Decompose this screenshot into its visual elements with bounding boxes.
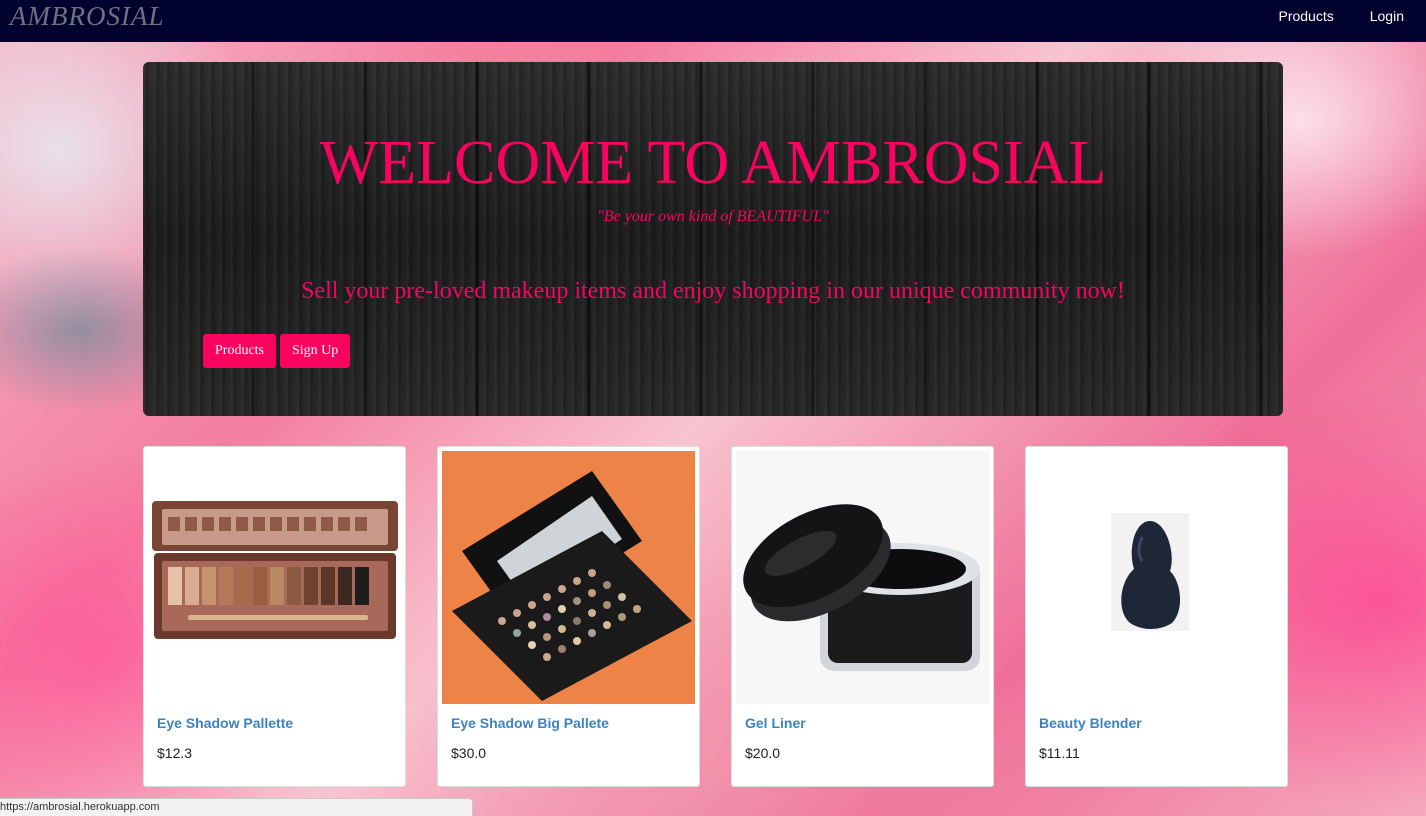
product-name[interactable]: Eye Shadow Big Pallete [451, 715, 609, 731]
navbar: AMBROSIAL Products Login [0, 0, 1426, 42]
product-price: $30.0 [451, 745, 487, 761]
product-grid: Eye Shadow Pallette $12.3 Eye Shadow Big… [143, 446, 1288, 787]
product-card[interactable]: Eye Shadow Pallette $12.3 [143, 446, 406, 787]
product-price: $12.3 [157, 745, 193, 761]
gel-liner-image[interactable] [736, 451, 989, 704]
hero-products-button[interactable]: Products [203, 334, 276, 368]
product-price: $20.0 [745, 745, 781, 761]
nav-links: Products Login [1242, 8, 1426, 24]
big-palette-image[interactable] [442, 451, 695, 704]
brand-logo[interactable]: AMBROSIAL [0, 1, 164, 32]
nav-products-link[interactable]: Products [1242, 8, 1333, 24]
product-card[interactable]: Gel Liner $20.0 [731, 446, 994, 787]
hero-tagline: "Be your own kind of BEAUTIFUL" [597, 208, 829, 225]
product-card[interactable]: Eye Shadow Big Pallete $30.0 [437, 446, 700, 787]
hero-text: Sell your pre-loved makeup items and enj… [301, 278, 1125, 304]
hero-buttons: Products Sign Up [203, 334, 351, 368]
eyeshadow-palette-image[interactable] [148, 451, 401, 704]
product-name[interactable]: Beauty Blender [1039, 715, 1142, 731]
product-name[interactable]: Eye Shadow Pallette [157, 715, 293, 731]
product-name[interactable]: Gel Liner [745, 715, 806, 731]
browser-status-bar: https://ambrosial.herokuapp.com [0, 798, 473, 816]
nav-login-link[interactable]: Login [1334, 8, 1404, 24]
hero-title: WELCOME TO AMBROSIAL [319, 129, 1107, 197]
beauty-blender-image[interactable] [1030, 451, 1283, 704]
hero-signup-button[interactable]: Sign Up [280, 334, 351, 368]
product-price: $11.11 [1039, 745, 1080, 761]
hero-banner: WELCOME TO AMBROSIAL "Be your own kind o… [143, 62, 1283, 416]
product-card[interactable]: Beauty Blender $11.11 [1025, 446, 1288, 787]
